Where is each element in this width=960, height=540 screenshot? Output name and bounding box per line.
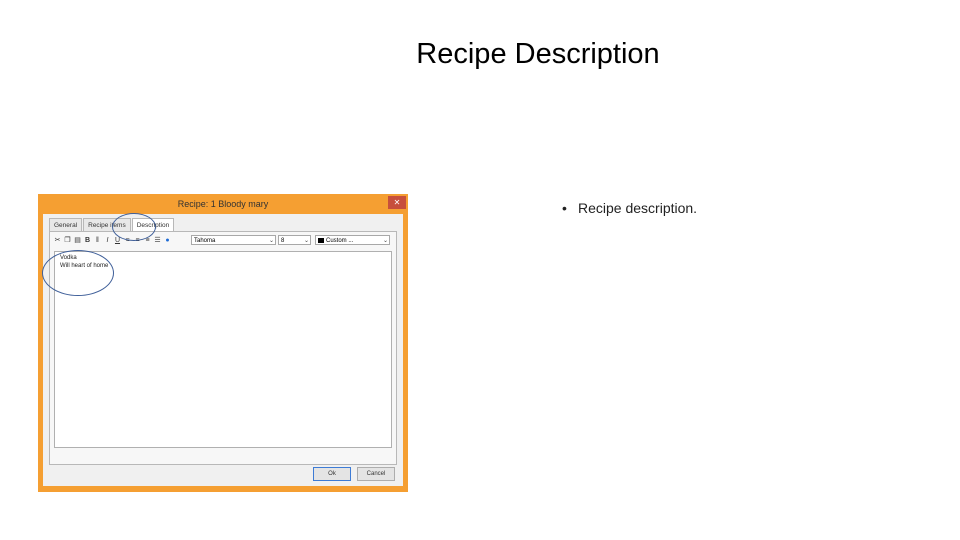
font-select-value: Tahoma	[194, 238, 216, 244]
bullets-icon[interactable]: ☰	[154, 237, 161, 245]
copy-icon[interactable]: ❐	[64, 237, 71, 245]
highlight-circle-tab	[112, 213, 156, 241]
bullet-dot: •	[562, 200, 567, 216]
size-select[interactable]: 8 ⌄	[278, 235, 311, 245]
bullet-text: Recipe description.	[578, 200, 698, 216]
color-picker-icon[interactable]: ●	[164, 237, 171, 245]
chevron-down-icon: ⌄	[382, 238, 388, 244]
separator-icon: ‖	[96, 237, 99, 244]
font-select[interactable]: Tahoma ⌄	[191, 235, 276, 245]
color-select-value: Custom ...	[326, 238, 354, 244]
chevron-down-icon: ⌄	[268, 238, 274, 244]
color-select[interactable]: Custom ... ⌄	[315, 235, 390, 245]
italic-icon[interactable]: I	[104, 237, 111, 245]
bullet-list: • Recipe description.	[562, 200, 922, 216]
tab-general[interactable]: General	[49, 218, 83, 232]
cancel-button[interactable]: Cancel	[357, 467, 395, 481]
chevron-down-icon: ⌄	[303, 238, 309, 244]
color-swatch	[318, 238, 324, 243]
editor-toolbar: ✂ ❐ ▤ B ‖ I U ≡ ≡ ≡ ☰ ●	[54, 235, 174, 247]
highlight-circle-editor	[42, 250, 114, 296]
cut-icon[interactable]: ✂	[54, 237, 61, 245]
recipe-dialog-screenshot: Recipe: 1 Bloody mary ✕ General Recipe i…	[38, 194, 408, 492]
dialog-titlebar: Recipe: 1 Bloody mary	[177, 199, 269, 209]
bold-icon[interactable]: B	[84, 237, 91, 245]
ok-button[interactable]: Ok	[313, 467, 351, 481]
paste-icon[interactable]: ▤	[74, 237, 81, 245]
close-button[interactable]: ✕	[388, 196, 406, 209]
slide-title: Recipe Description	[416, 38, 660, 70]
size-select-value: 8	[281, 238, 285, 244]
